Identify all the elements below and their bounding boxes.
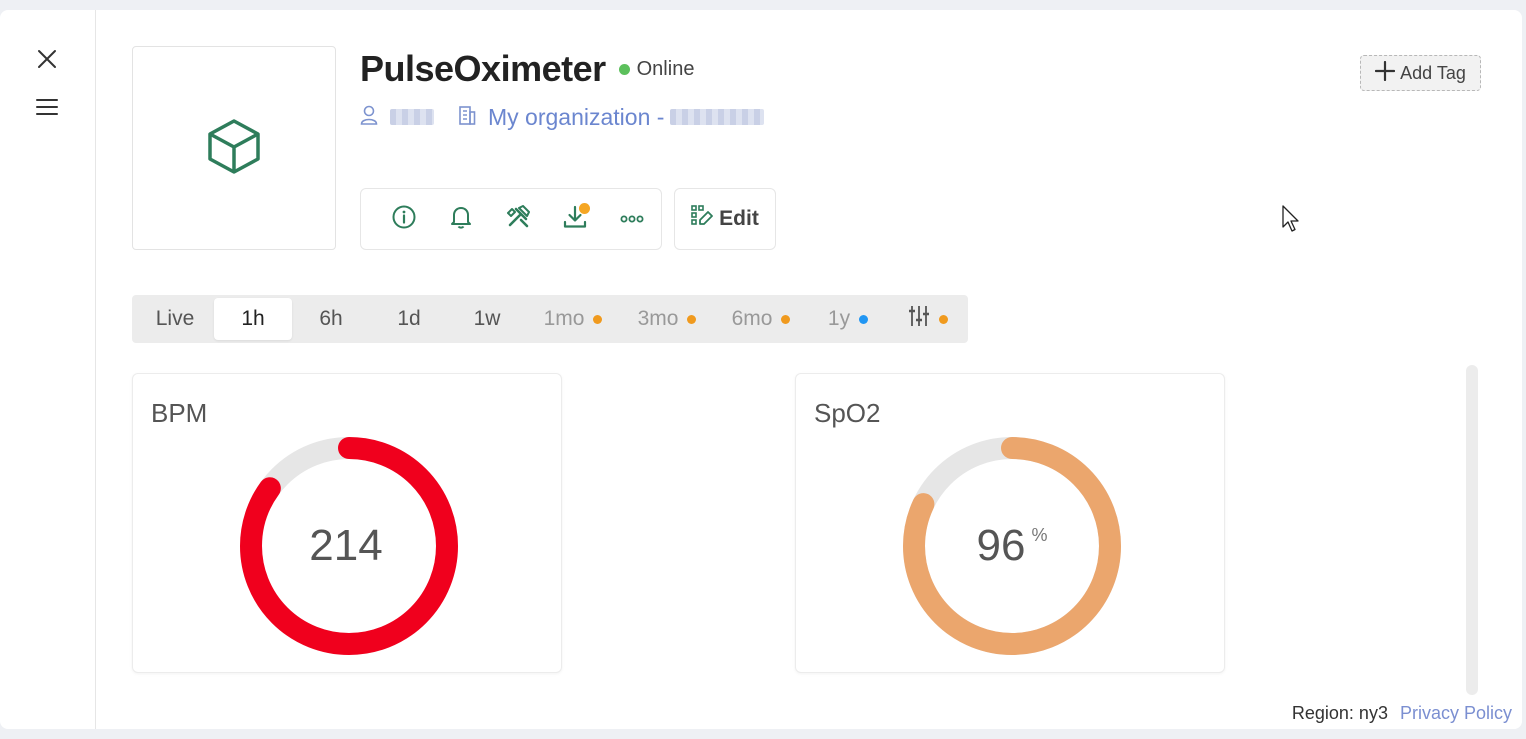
sliders-icon	[908, 305, 930, 333]
range-label: 1d	[397, 307, 421, 330]
range-tab[interactable]: 3mo	[620, 298, 714, 340]
user-icon	[360, 105, 378, 130]
range-label: 1y	[827, 307, 851, 330]
device-header: PulseOximeter Online	[360, 48, 694, 90]
gauge-unit: %	[1031, 524, 1048, 545]
owner-name-redacted	[390, 109, 434, 125]
range-indicator-dot	[781, 314, 791, 324]
range-tab[interactable]: 1d	[370, 298, 448, 340]
tools-button[interactable]	[489, 199, 546, 239]
bpm-gauge: 214	[237, 434, 461, 658]
range-label: 6h	[319, 307, 343, 330]
time-range-selector: Live 1h 6h 1d 1w 1mo 3mo 6mo 1y	[132, 295, 968, 343]
spo2-widget: SpO2 96 %	[795, 373, 1225, 673]
organization-name-redacted	[670, 109, 765, 125]
more-button[interactable]	[604, 199, 661, 239]
range-indicator-dot	[687, 314, 697, 324]
range-indicator-dot	[593, 314, 603, 324]
device-status: Online	[636, 57, 695, 80]
gauge-value-wrap: 96 %	[900, 434, 1124, 658]
building-icon	[458, 105, 476, 130]
device-thumbnail	[132, 46, 336, 250]
range-label: 3mo	[637, 307, 679, 330]
close-icon[interactable]	[32, 44, 62, 74]
device-action-bar	[360, 188, 662, 250]
privacy-policy-link[interactable]: Privacy Policy	[1400, 703, 1512, 724]
edit-button[interactable]: Edit	[674, 188, 776, 250]
organization-link[interactable]: My organization -	[488, 104, 664, 131]
range-tab[interactable]: 1h	[214, 298, 292, 340]
vertical-scrollbar[interactable]	[1466, 365, 1478, 695]
info-icon	[392, 205, 416, 234]
gauge-value: 96	[976, 521, 1026, 570]
left-toolbar	[0, 10, 96, 729]
range-label: 1mo	[543, 307, 585, 330]
device-panel: PulseOximeter Online My organization - E…	[0, 10, 1522, 729]
range-tab[interactable]: Live	[136, 298, 214, 340]
range-label: 6mo	[731, 307, 773, 330]
footer: Region: ny3 Privacy Policy	[1262, 698, 1522, 729]
tools-icon	[506, 204, 530, 234]
bell-icon	[450, 205, 472, 234]
add-tag-label: Add Tag	[1400, 62, 1466, 83]
gauge-value-wrap: 214	[237, 434, 461, 658]
more-icon	[620, 210, 644, 228]
spo2-gauge: 96 %	[900, 434, 1124, 658]
widget-title: SpO2	[814, 398, 881, 428]
plus-icon	[1375, 60, 1396, 86]
dashboard-edit-icon	[691, 205, 714, 233]
range-tab[interactable]: 6mo	[714, 298, 808, 340]
menu-icon[interactable]	[32, 92, 62, 122]
cube-icon	[207, 118, 261, 179]
status-dot	[618, 63, 630, 75]
download-button[interactable]	[547, 199, 604, 239]
range-label: Live	[155, 307, 195, 330]
range-label: 1w	[473, 307, 501, 330]
info-button[interactable]	[375, 199, 432, 239]
range-tab[interactable]: 1mo	[526, 298, 620, 340]
range-indicator-dot	[939, 314, 948, 324]
notifications-button[interactable]	[432, 199, 489, 239]
add-tag-button[interactable]: Add Tag	[1360, 55, 1481, 91]
range-custom-button[interactable]	[888, 298, 968, 340]
bpm-widget: BPM 214	[132, 373, 562, 673]
region-label: Region: ny3	[1291, 703, 1388, 723]
edit-label: Edit	[719, 207, 759, 230]
widget-title: BPM	[151, 398, 208, 428]
range-tab[interactable]: 1y	[808, 298, 888, 340]
download-badge	[578, 203, 590, 214]
mouse-pointer-icon	[1282, 205, 1302, 238]
device-name: PulseOximeter	[360, 48, 606, 89]
gauge-value: 214	[309, 521, 383, 570]
device-meta: My organization -	[360, 102, 765, 132]
range-tab[interactable]: 1w	[448, 298, 526, 340]
range-label: 1h	[241, 307, 265, 330]
range-indicator-dot	[859, 314, 869, 324]
range-tab[interactable]: 6h	[292, 298, 370, 340]
